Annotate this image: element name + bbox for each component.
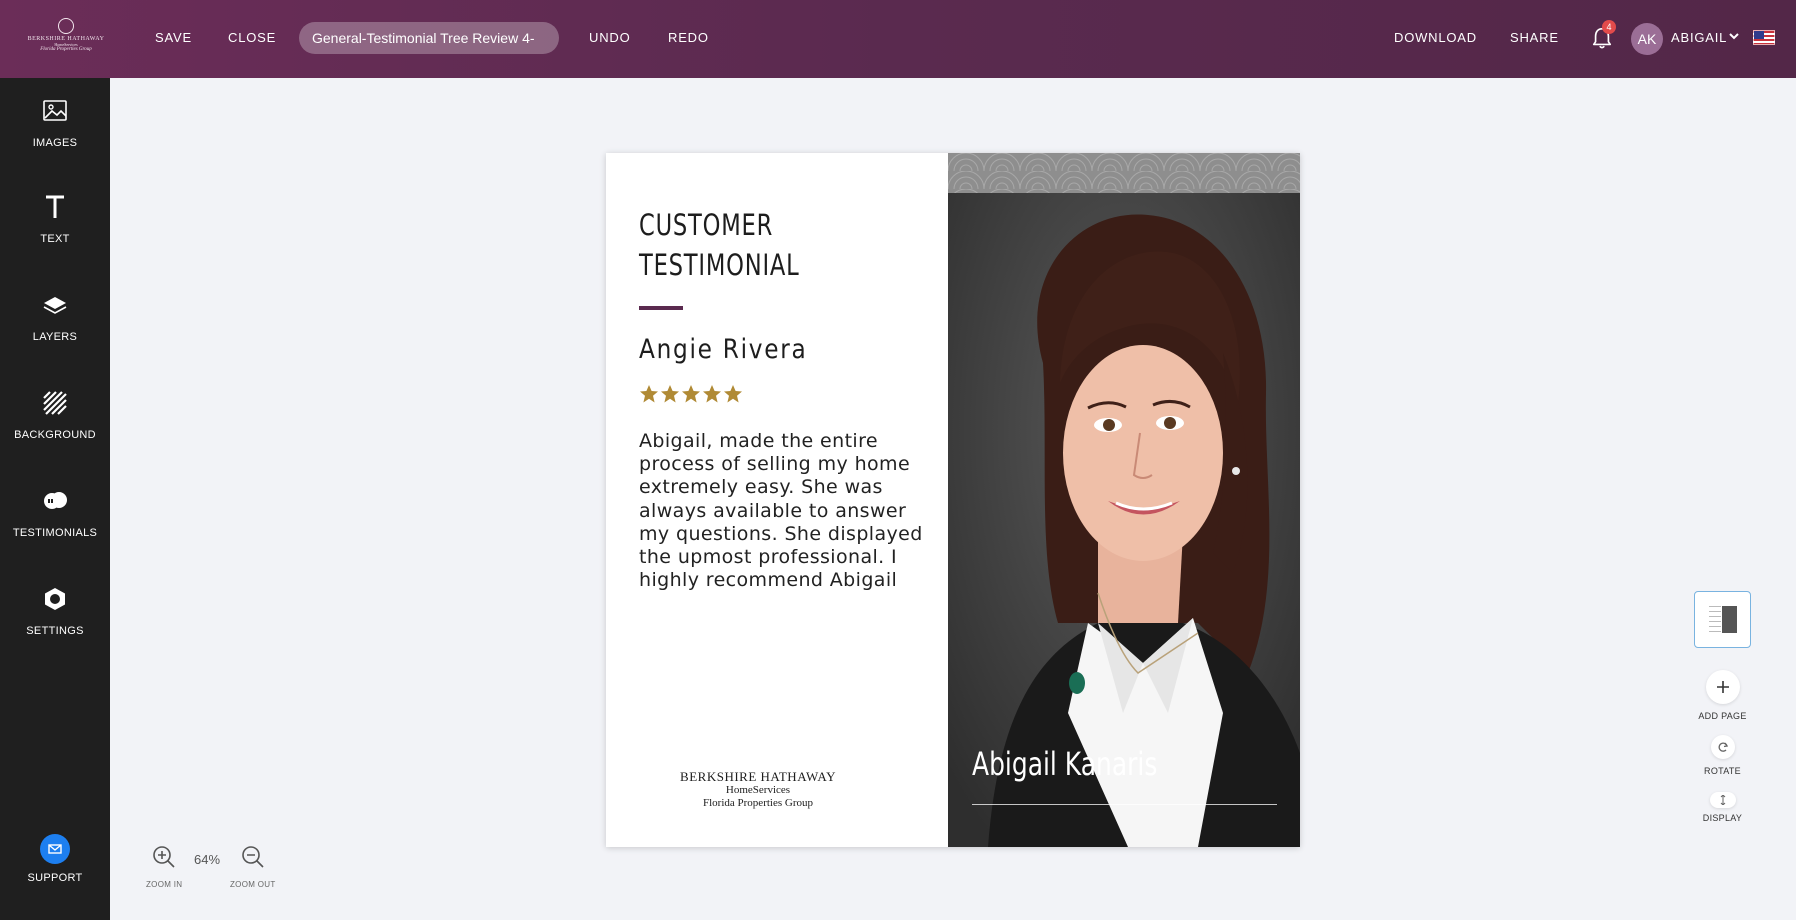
document-title-field[interactable]: General-Testimonial Tree Review 4- — [299, 22, 559, 54]
star-icon — [703, 385, 721, 403]
customer-name[interactable]: Angie Rivera — [639, 334, 807, 365]
display-button[interactable]: DISPLAY — [1694, 792, 1751, 823]
star-icon — [661, 385, 679, 403]
star-icon — [724, 385, 742, 403]
layers-icon — [43, 297, 67, 314]
us-flag-icon[interactable] — [1753, 30, 1775, 45]
background-icon — [43, 391, 67, 415]
redo-button[interactable]: REDO — [668, 30, 709, 45]
agent-portrait-image — [948, 153, 1300, 847]
agent-name-overlay[interactable]: Abigail Kanaris — [972, 745, 1157, 783]
star-rating[interactable] — [639, 384, 743, 404]
zoom-in-label: ZOOM IN — [146, 880, 183, 889]
agent-photo[interactable]: Abigail Kanaris — [948, 153, 1300, 847]
brokerage-logo-line3: Florida Properties Group — [703, 797, 813, 809]
undo-button[interactable]: UNDO — [589, 30, 630, 45]
sidebar-item-testimonials[interactable]: TESTIMONIALS — [0, 488, 110, 558]
testimonial-heading[interactable]: CUSTOMER TESTIMONIAL — [639, 205, 800, 285]
plus-icon — [1705, 670, 1740, 704]
thumbnail-photo-preview — [1722, 606, 1737, 633]
sidebar-item-background[interactable]: BACKGROUND — [0, 390, 110, 460]
notification-badge: 4 — [1602, 20, 1616, 34]
rotate-button[interactable]: ROTATE — [1694, 735, 1751, 776]
review-text[interactable]: Abigail, made the entire process of sell… — [639, 430, 929, 592]
testimonials-icon — [44, 492, 67, 509]
text-icon — [46, 195, 64, 218]
zoom-out-icon — [241, 846, 264, 868]
zoom-in-button[interactable]: ZOOM IN — [146, 845, 182, 889]
testimonial-text-panel: CUSTOMER TESTIMONIAL Angie Rivera Abigai… — [606, 153, 948, 847]
heading-line-1: CUSTOMER — [639, 208, 774, 242]
support-label: SUPPORT — [27, 872, 83, 884]
brokerage-logo[interactable]: BERKSHIRE HATHAWAY HomeServices Florida … — [666, 770, 850, 810]
rotate-icon — [1710, 735, 1735, 759]
brand-mark-icon — [58, 18, 74, 34]
save-button[interactable]: SAVE — [155, 30, 192, 45]
chevron-down-icon[interactable] — [1729, 32, 1739, 40]
sidebar-item-label: TEXT — [40, 233, 70, 245]
mail-icon — [40, 834, 70, 864]
add-page-label: ADD PAGE — [1698, 711, 1747, 721]
share-button[interactable]: SHARE — [1510, 30, 1559, 45]
star-icon — [640, 385, 658, 403]
brokerage-logo-line2: HomeServices — [725, 784, 791, 796]
zoom-out-button[interactable]: ZOOM OUT — [230, 845, 276, 889]
rotate-label: ROTATE — [1704, 766, 1741, 776]
design-canvas[interactable]: CUSTOMER TESTIMONIAL Angie Rivera Abigai… — [606, 153, 1300, 847]
sidebar-item-label: IMAGES — [32, 137, 78, 149]
brand-logo[interactable]: BERKSHIRE HATHAWAY HomeServices Florida … — [26, 18, 106, 58]
sidebar-item-label: SETTINGS — [26, 625, 84, 637]
display-label: DISPLAY — [1702, 813, 1743, 823]
brand-logo-line3: Florida Properties Group — [40, 47, 92, 52]
add-page-button[interactable]: ADD PAGE — [1694, 670, 1751, 721]
sidebar-item-label: LAYERS — [32, 331, 78, 343]
avatar[interactable]: AK — [1631, 23, 1663, 55]
top-bar: BERKSHIRE HATHAWAY HomeServices Florida … — [0, 0, 1796, 78]
left-sidebar: IMAGES TEXT LAYERS BACKGROUND TESTIMONIA… — [0, 78, 110, 920]
agent-name-rule — [972, 804, 1277, 805]
display-icon — [1709, 792, 1736, 808]
accent-divider — [639, 306, 683, 310]
support-button[interactable]: SUPPORT — [0, 834, 110, 904]
zoom-in-icon — [153, 846, 175, 868]
page-thumbnail[interactable] — [1694, 591, 1751, 648]
zoom-out-label: ZOOM OUT — [230, 880, 276, 889]
sidebar-item-layers[interactable]: LAYERS — [0, 292, 110, 362]
thumbnail-text-preview — [1709, 606, 1721, 632]
user-menu[interactable]: ABIGAIL — [1671, 30, 1727, 45]
sidebar-item-text[interactable]: TEXT — [0, 194, 110, 264]
image-icon — [43, 100, 67, 121]
close-button[interactable]: CLOSE — [228, 30, 276, 45]
settings-icon — [45, 588, 65, 610]
zoom-level: 64% — [194, 852, 221, 867]
sidebar-item-settings[interactable]: SETTINGS — [0, 586, 110, 656]
heading-line-2: TESTIMONIAL — [639, 248, 800, 282]
sidebar-item-images[interactable]: IMAGES — [0, 98, 110, 168]
sidebar-item-label: BACKGROUND — [14, 429, 96, 441]
star-icon — [682, 385, 700, 403]
download-button[interactable]: DOWNLOAD — [1394, 30, 1477, 45]
sidebar-item-label: TESTIMONIALS — [12, 527, 98, 539]
brokerage-logo-line1: BERKSHIRE HATHAWAY — [680, 769, 836, 784]
